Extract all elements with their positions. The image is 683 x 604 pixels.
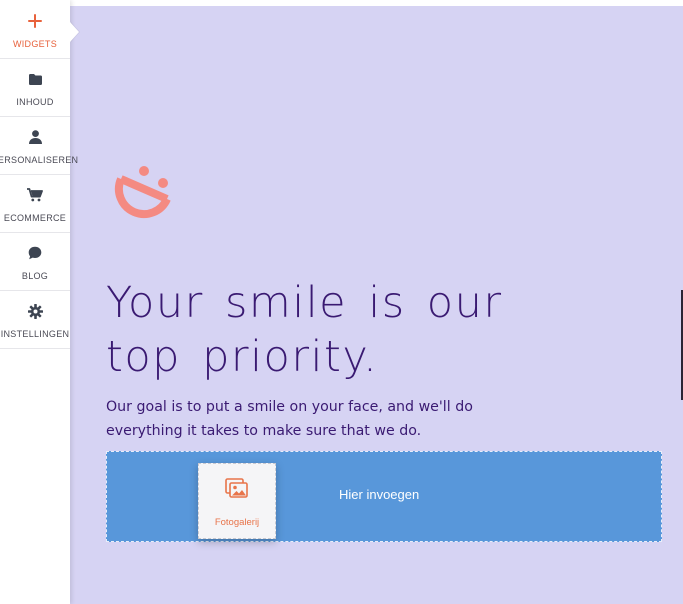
- hero-subtext: Our goal is to put a smile on your face,…: [106, 395, 506, 443]
- sidebar-item-blog[interactable]: BLOG: [0, 232, 70, 291]
- dropzone-label: Hier invoegen: [339, 487, 420, 502]
- sidebar-item-label: BLOG: [21, 271, 49, 281]
- sidebar-item-instellingen[interactable]: INSTELLINGEN: [0, 290, 70, 349]
- sidebar-item-label: ECOMMERCE: [3, 213, 67, 223]
- smile-logo-icon: [110, 163, 174, 233]
- headline-line: Your smile is our: [106, 278, 503, 328]
- plus-icon: [0, 11, 70, 31]
- widget-label: Fotogalerij: [214, 517, 260, 528]
- cart-icon: [0, 185, 70, 205]
- photo-gallery-icon: [225, 478, 249, 500]
- headline-line: top priority.: [106, 332, 379, 382]
- hero-headline: Your smile is our top priority.: [106, 276, 566, 384]
- chat-bubble-icon: [0, 243, 70, 263]
- sidebar-item-label: INHOUD: [16, 97, 54, 107]
- subtext-line: Our goal is to put a smile on your face,…: [106, 399, 473, 415]
- sidebar-item-label: INSTELLINGEN: [0, 329, 70, 339]
- dragged-widget-fotogalerij[interactable]: Fotogalerij: [198, 463, 276, 539]
- sidebar-item-ecommerce[interactable]: ECOMMERCE: [0, 174, 70, 233]
- sidebar-item-personaliseren[interactable]: PERSONALISEREN: [0, 116, 78, 175]
- subtext-line: everything it takes to make sure that we…: [106, 423, 422, 439]
- sidebar-item-inhoud[interactable]: INHOUD: [0, 58, 70, 117]
- sidebar-item-label: PERSONALISEREN: [0, 155, 79, 165]
- sidebar-item-widgets[interactable]: WIDGETS: [0, 0, 70, 59]
- active-indicator-arrow: [70, 22, 79, 42]
- editor-sidebar: WIDGETS INHOUD PERSONALISEREN ECOMMERCE …: [0, 0, 78, 604]
- gear-icon: [0, 301, 70, 321]
- user-icon: [0, 127, 70, 147]
- folder-icon: [0, 69, 70, 89]
